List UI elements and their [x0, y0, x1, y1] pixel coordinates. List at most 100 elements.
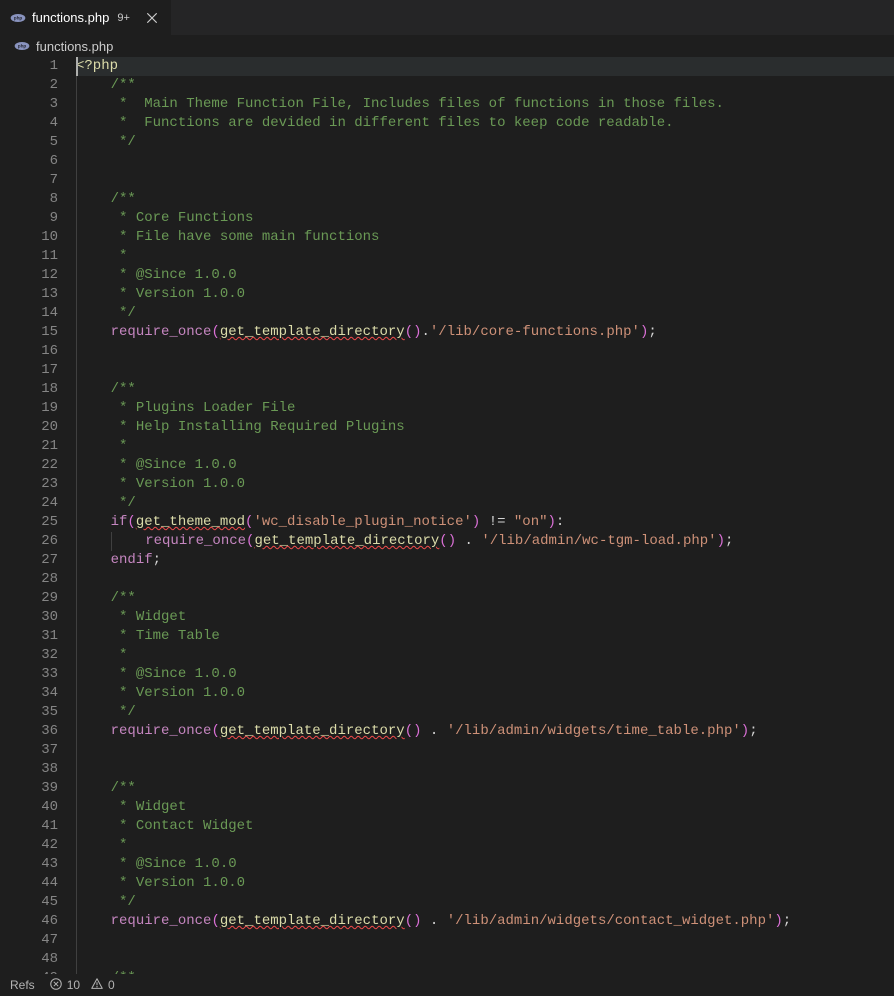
code-line[interactable]: require_once(get_template_directory() . … [76, 722, 894, 741]
code-line[interactable]: * File have some main functions [76, 228, 894, 247]
code-line[interactable]: * Plugins Loader File [76, 399, 894, 418]
code-line[interactable]: * [76, 437, 894, 456]
code-line[interactable]: */ [76, 133, 894, 152]
code-line[interactable]: * Version 1.0.0 [76, 285, 894, 304]
line-number[interactable]: 2 [14, 76, 58, 95]
line-number[interactable]: 14 [14, 304, 58, 323]
line-number[interactable]: 39 [14, 779, 58, 798]
code-line[interactable]: * Version 1.0.0 [76, 475, 894, 494]
line-number[interactable]: 48 [14, 950, 58, 969]
code-line[interactable]: <?php [76, 57, 894, 76]
code-line[interactable]: require_once(get_template_directory().'/… [76, 323, 894, 342]
line-number[interactable]: 36 [14, 722, 58, 741]
code-line[interactable]: */ [76, 703, 894, 722]
line-number[interactable]: 19 [14, 399, 58, 418]
line-number[interactable]: 12 [14, 266, 58, 285]
code-line[interactable]: * Time Table [76, 627, 894, 646]
glyph-margin[interactable] [0, 57, 14, 974]
line-number[interactable]: 16 [14, 342, 58, 361]
code-line[interactable] [76, 171, 894, 190]
code-editor[interactable]: 1234567891011121314151617181920212223242… [0, 57, 894, 974]
code-line[interactable]: * Help Installing Required Plugins [76, 418, 894, 437]
line-number[interactable]: 32 [14, 646, 58, 665]
line-number[interactable]: 15 [14, 323, 58, 342]
code-line[interactable]: /** [76, 190, 894, 209]
code-line[interactable]: * Contact Widget [76, 817, 894, 836]
code-line[interactable] [76, 741, 894, 760]
code-line[interactable]: * Functions are devided in different fil… [76, 114, 894, 133]
code-line[interactable]: */ [76, 494, 894, 513]
line-number[interactable]: 34 [14, 684, 58, 703]
line-number[interactable]: 28 [14, 570, 58, 589]
code-line[interactable]: * @Since 1.0.0 [76, 266, 894, 285]
line-number[interactable]: 11 [14, 247, 58, 266]
status-problems[interactable]: 10 0 [49, 977, 115, 994]
line-number[interactable]: 24 [14, 494, 58, 513]
code-line[interactable]: /** [76, 76, 894, 95]
code-line[interactable]: * @Since 1.0.0 [76, 456, 894, 475]
code-line[interactable]: * Widget [76, 608, 894, 627]
code-line[interactable]: */ [76, 893, 894, 912]
code-line[interactable]: * @Since 1.0.0 [76, 855, 894, 874]
line-number[interactable]: 40 [14, 798, 58, 817]
code-line[interactable] [76, 931, 894, 950]
line-number[interactable]: 45 [14, 893, 58, 912]
code-line[interactable]: * [76, 836, 894, 855]
code-line[interactable]: endif; [76, 551, 894, 570]
line-number[interactable]: 9 [14, 209, 58, 228]
line-number[interactable]: 1 [14, 57, 58, 76]
line-number[interactable]: 27 [14, 551, 58, 570]
line-number[interactable]: 13 [14, 285, 58, 304]
code-line[interactable]: if(get_theme_mod('wc_disable_plugin_noti… [76, 513, 894, 532]
line-number[interactable]: 26 [14, 532, 58, 551]
code-line[interactable] [76, 342, 894, 361]
line-number[interactable]: 37 [14, 741, 58, 760]
line-number[interactable]: 33 [14, 665, 58, 684]
line-number[interactable]: 21 [14, 437, 58, 456]
code-line[interactable]: * Widget [76, 798, 894, 817]
tab-close-button[interactable] [144, 10, 160, 26]
line-number-gutter[interactable]: 1234567891011121314151617181920212223242… [14, 57, 76, 974]
line-number[interactable]: 8 [14, 190, 58, 209]
line-number[interactable]: 10 [14, 228, 58, 247]
line-number[interactable]: 22 [14, 456, 58, 475]
line-number[interactable]: 18 [14, 380, 58, 399]
code-line[interactable]: /** [76, 779, 894, 798]
line-number[interactable]: 43 [14, 855, 58, 874]
status-refs[interactable]: Refs [10, 978, 35, 992]
line-number[interactable]: 47 [14, 931, 58, 950]
code-line[interactable] [76, 760, 894, 779]
code-line[interactable]: * @Since 1.0.0 [76, 665, 894, 684]
code-line[interactable]: * Main Theme Function File, Includes fil… [76, 95, 894, 114]
line-number[interactable]: 23 [14, 475, 58, 494]
code-content[interactable]: <?php /** * Main Theme Function File, In… [76, 57, 894, 974]
code-line[interactable]: require_once(get_template_directory() . … [76, 532, 894, 551]
code-line[interactable] [76, 152, 894, 171]
code-line[interactable]: /** [76, 380, 894, 399]
line-number[interactable]: 44 [14, 874, 58, 893]
code-line[interactable]: * Core Functions [76, 209, 894, 228]
line-number[interactable]: 20 [14, 418, 58, 437]
code-line[interactable] [76, 361, 894, 380]
line-number[interactable]: 46 [14, 912, 58, 931]
breadcrumb[interactable]: php functions.php [0, 35, 894, 57]
line-number[interactable]: 25 [14, 513, 58, 532]
line-number[interactable]: 6 [14, 152, 58, 171]
code-line[interactable]: * Version 1.0.0 [76, 684, 894, 703]
code-line[interactable]: require_once(get_template_directory() . … [76, 912, 894, 931]
line-number[interactable]: 3 [14, 95, 58, 114]
line-number[interactable]: 38 [14, 760, 58, 779]
line-number[interactable]: 29 [14, 589, 58, 608]
line-number[interactable]: 4 [14, 114, 58, 133]
code-line[interactable]: * Version 1.0.0 [76, 874, 894, 893]
line-number[interactable]: 7 [14, 171, 58, 190]
line-number[interactable]: 30 [14, 608, 58, 627]
line-number[interactable]: 42 [14, 836, 58, 855]
line-number[interactable]: 17 [14, 361, 58, 380]
line-number[interactable]: 31 [14, 627, 58, 646]
code-line[interactable]: /** [76, 589, 894, 608]
code-line[interactable]: */ [76, 304, 894, 323]
line-number[interactable]: 41 [14, 817, 58, 836]
line-number[interactable]: 35 [14, 703, 58, 722]
code-line[interactable] [76, 950, 894, 969]
